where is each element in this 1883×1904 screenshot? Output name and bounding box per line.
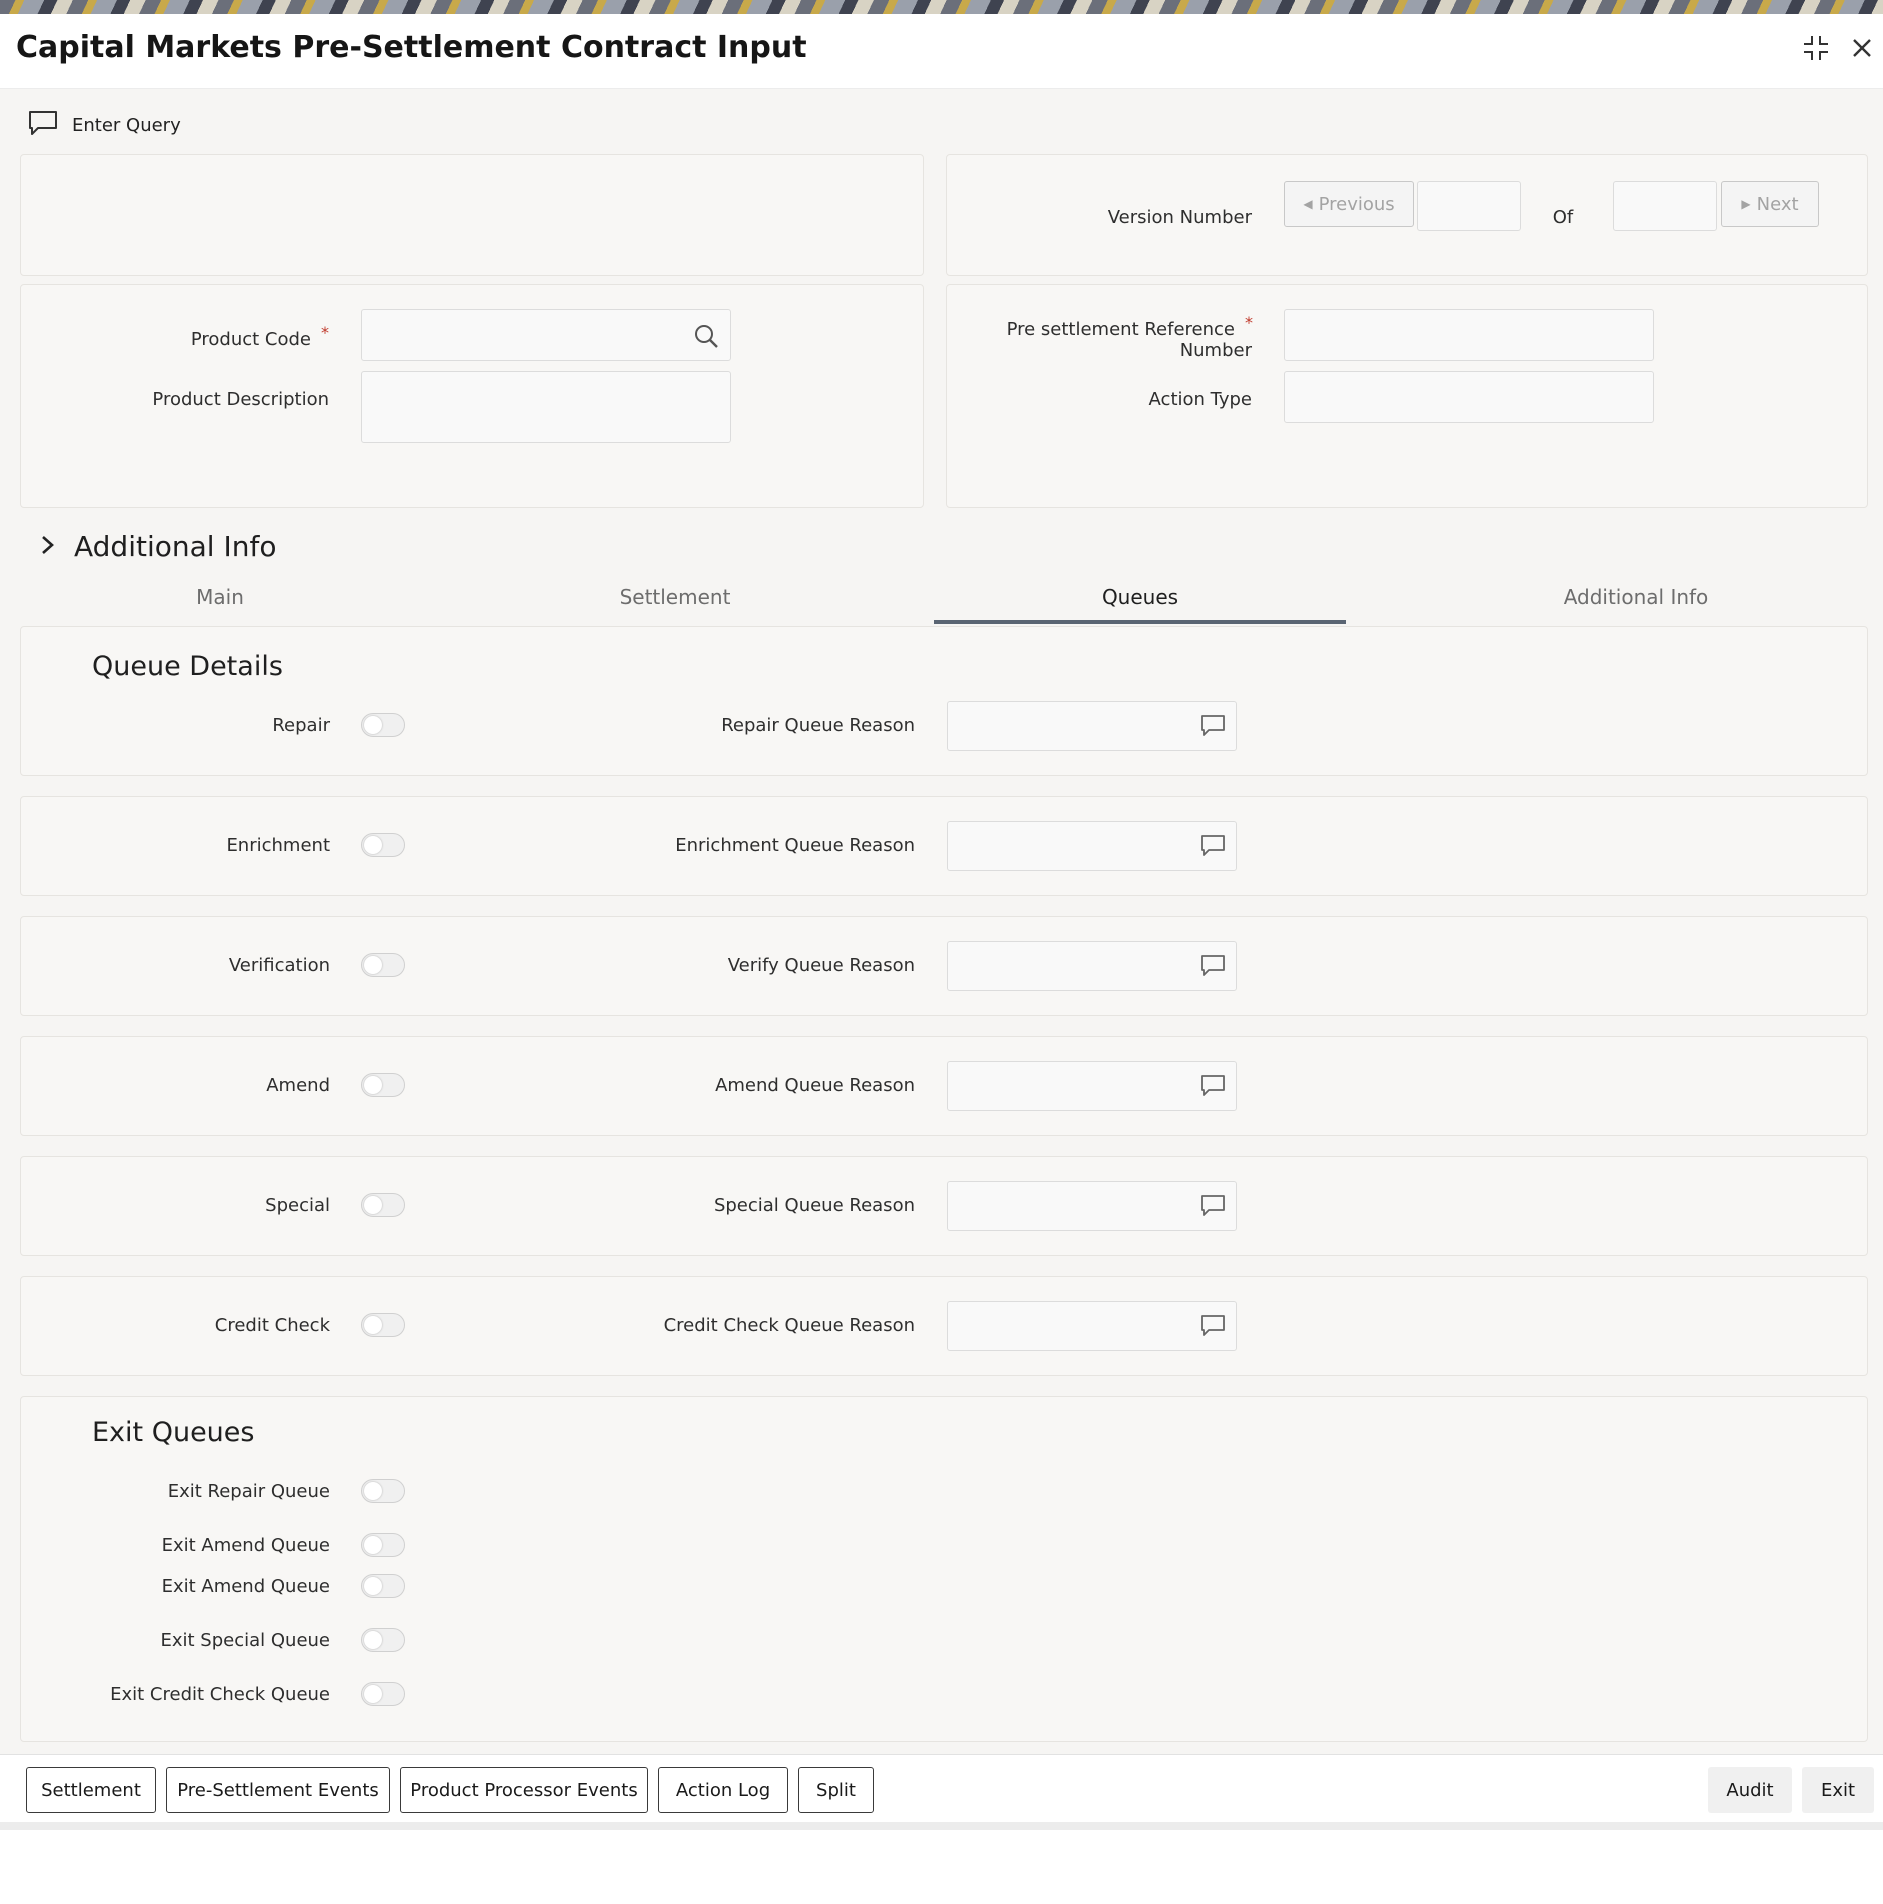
search-icon[interactable]: [692, 322, 720, 354]
additional-info-header: Additional Info: [74, 530, 277, 563]
queue-reason-label: Verify Queue Reason: [727, 955, 915, 976]
exit-queue-label: Exit Amend Queue: [161, 1535, 330, 1556]
exit-repair-queue-toggle[interactable]: [361, 1479, 405, 1503]
tab-settlement[interactable]: Settlement: [440, 574, 910, 620]
enrichment-queue-reason-input[interactable]: [947, 821, 1237, 871]
next-button[interactable]: ▶ Next: [1721, 181, 1819, 227]
queue-row-panel: Credit Check Credit Check Queue Reason: [20, 1276, 1868, 1376]
speech-bubble-icon: [28, 110, 58, 141]
queue-row-panel: Verification Verify Queue Reason: [20, 916, 1868, 1016]
queue-reason-label: Enrichment Queue Reason: [675, 835, 915, 856]
bottom-divider: [0, 1822, 1883, 1830]
tab-additional-info[interactable]: Additional Info: [1346, 574, 1883, 620]
additional-info-toggle[interactable]: Additional Info: [40, 530, 276, 563]
version-total-input[interactable]: [1613, 181, 1717, 231]
version-number-label: Version Number: [1107, 207, 1252, 228]
reference-panel: Pre settlement Reference * Number Action…: [946, 284, 1868, 508]
of-label: Of: [1552, 207, 1574, 228]
comment-icon[interactable]: [1200, 1074, 1226, 1098]
action-type-input[interactable]: [1284, 371, 1654, 423]
queue-reason-label: Repair Queue Reason: [721, 715, 915, 736]
exit-queue-label: Exit Repair Queue: [167, 1481, 330, 1502]
special-queue-reason-input[interactable]: [947, 1181, 1237, 1231]
pre-settlement-events-button[interactable]: Pre-Settlement Events: [166, 1767, 390, 1813]
required-marker: *: [1245, 313, 1253, 332]
previous-button[interactable]: ◀ Previous: [1284, 181, 1414, 227]
exit-queues-panel: Exit Queues Exit Repair Queue Exit Amend…: [20, 1396, 1868, 1742]
window: Capital Markets Pre-Settlement Contract …: [0, 14, 1883, 1830]
caret-right-icon: ▶: [1741, 197, 1751, 211]
required-marker: *: [321, 323, 329, 342]
product-description-input[interactable]: [361, 371, 731, 443]
product-code-input[interactable]: [361, 309, 731, 361]
top-decorative-strip: [0, 0, 1883, 14]
expand-icon[interactable]: [1796, 28, 1836, 68]
exit-queues-heading: Exit Queues: [92, 1417, 255, 1448]
pre-settlement-ref-label-line1: Pre settlement Reference: [1006, 319, 1235, 340]
queue-reason-label: Credit Check Queue Reason: [663, 1315, 915, 1336]
window-title: Capital Markets Pre-Settlement Contract …: [16, 30, 807, 65]
exit-queue-label: Exit Special Queue: [160, 1630, 330, 1651]
version-current-input[interactable]: [1417, 181, 1521, 231]
product-description-label: Product Description: [152, 389, 329, 410]
split-button[interactable]: Split: [798, 1767, 874, 1813]
exit-amend-queue-toggle[interactable]: [361, 1533, 405, 1557]
exit-special-queue-toggle[interactable]: [361, 1628, 405, 1652]
queue-row-panel: Enrichment Enrichment Queue Reason: [20, 796, 1868, 896]
exit-queue-label: Exit Amend Queue: [161, 1576, 330, 1597]
verify-queue-reason-input[interactable]: [947, 941, 1237, 991]
product-processor-events-button[interactable]: Product Processor Events: [400, 1767, 648, 1813]
queue-row-panel: Amend Amend Queue Reason: [20, 1036, 1868, 1136]
pre-settlement-ref-input[interactable]: [1284, 309, 1654, 361]
comment-icon[interactable]: [1200, 1314, 1226, 1338]
exit-amend-queue-toggle-2[interactable]: [361, 1574, 405, 1598]
comment-icon[interactable]: [1200, 714, 1226, 738]
title-bar: Capital Markets Pre-Settlement Contract …: [0, 14, 1883, 89]
product-code-label: Product Code: [190, 329, 311, 350]
comment-icon[interactable]: [1200, 954, 1226, 978]
comment-icon[interactable]: [1200, 1194, 1226, 1218]
caret-left-icon: ◀: [1303, 197, 1313, 211]
queue-reason-label: Amend Queue Reason: [715, 1075, 915, 1096]
enter-query-label: Enter Query: [72, 114, 181, 136]
queue-reason-label: Special Queue Reason: [713, 1195, 915, 1216]
exit-queue-label: Exit Credit Check Queue: [110, 1684, 330, 1705]
tab-main[interactable]: Main: [0, 574, 440, 620]
settlement-button[interactable]: Settlement: [26, 1767, 156, 1813]
queue-row-panel: Queue Details Repair Repair Queue Reason: [20, 626, 1868, 776]
repair-queue-reason-input[interactable]: [947, 701, 1237, 751]
version-panel: Version Number ◀ Previous Of ▶ Next: [946, 154, 1868, 276]
footer-bar: Settlement Pre-Settlement Events Product…: [0, 1754, 1883, 1823]
action-log-button[interactable]: Action Log: [658, 1767, 788, 1813]
pre-settlement-ref-label-line2: Number: [1179, 340, 1252, 361]
chevron-right-icon: [40, 530, 56, 563]
comment-icon[interactable]: [1200, 834, 1226, 858]
queue-row-panel: Special Special Queue Reason: [20, 1156, 1868, 1256]
close-icon[interactable]: [1842, 28, 1882, 68]
action-type-label: Action Type: [1148, 389, 1252, 410]
product-panel: Product Code * Product Description: [20, 284, 924, 508]
credit-check-queue-reason-input[interactable]: [947, 1301, 1237, 1351]
exit-credit-check-queue-toggle[interactable]: [361, 1682, 405, 1706]
audit-button[interactable]: Audit: [1708, 1767, 1792, 1813]
header-panel-left: [20, 154, 924, 276]
amend-queue-reason-input[interactable]: [947, 1061, 1237, 1111]
exit-button[interactable]: Exit: [1802, 1767, 1874, 1813]
tab-queues[interactable]: Queues: [934, 574, 1346, 624]
tab-bar: Main Settlement Queues Additional Info: [0, 574, 1883, 624]
enter-query-button[interactable]: Enter Query: [28, 110, 181, 140]
queue-details-heading: Queue Details: [92, 651, 283, 682]
